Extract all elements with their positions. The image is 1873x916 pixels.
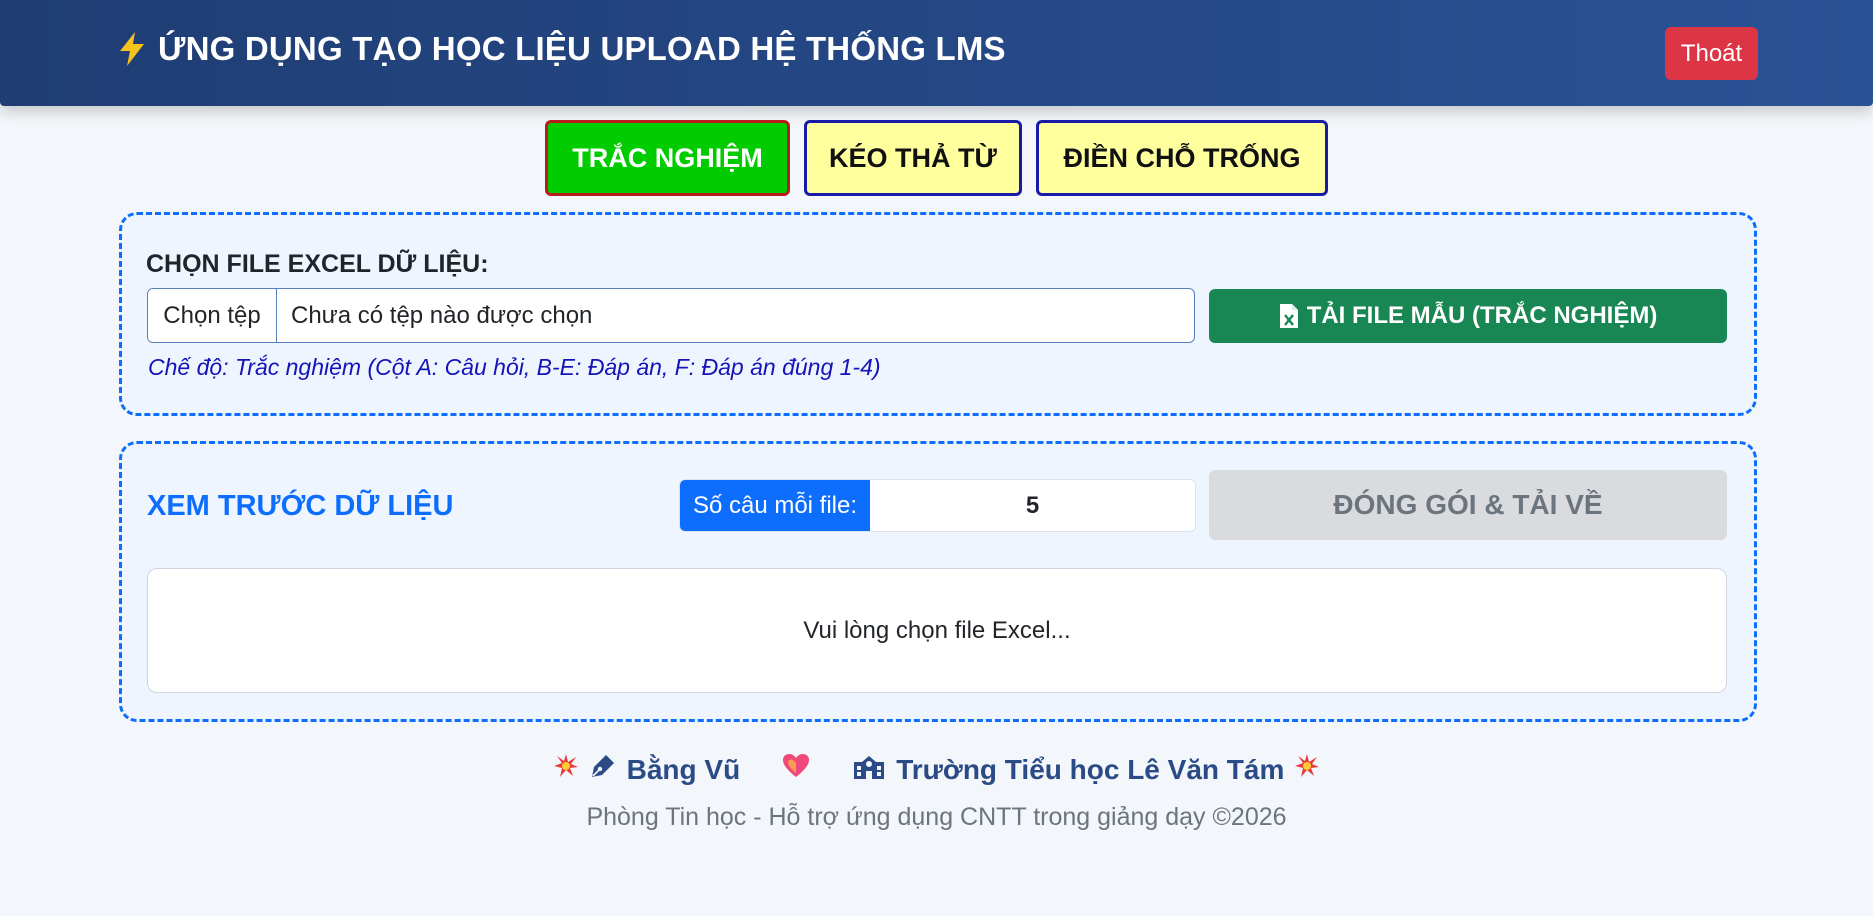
preview-placeholder: Vui lòng chọn file Excel... xyxy=(803,616,1071,644)
logout-button[interactable]: Thoát xyxy=(1665,27,1758,80)
questions-per-file-label: Số câu mỗi file: xyxy=(680,480,870,531)
bolt-icon xyxy=(116,31,148,67)
footer-school: Trường Tiểu học Lê Văn Tám xyxy=(896,753,1285,785)
tab-trac-nghiem[interactable]: TRẮC NGHIỆM xyxy=(545,120,790,196)
tab-dien-cho-trong[interactable]: ĐIỀN CHỖ TRỐNG xyxy=(1036,120,1328,196)
file-label: CHỌN FILE EXCEL DỮ LIỆU: xyxy=(146,250,489,278)
choose-file-button[interactable]: Chọn tệp xyxy=(148,289,277,342)
app-header: ỨNG DỤNG TẠO HỌC LIỆU UPLOAD HỆ THỐNG LM… xyxy=(0,0,1873,106)
app-title-text: ỨNG DỤNG TẠO HỌC LIỆU UPLOAD HỆ THỐNG LM… xyxy=(158,30,1006,67)
file-status-text: Chưa có tệp nào được chọn xyxy=(291,301,593,329)
mode-hint: Chế độ: Trắc nghiệm (Cột A: Câu hỏi, B-E… xyxy=(148,354,881,380)
questions-per-file-group: Số câu mỗi file: 5 xyxy=(679,479,1196,532)
mode-tabs: TRẮC NGHIỆM KÉO THẢ TỪ ĐIỀN CHỖ TRỐNG xyxy=(0,120,1873,196)
tab-keo-tha-tu[interactable]: KÉO THẢ TỪ xyxy=(804,120,1022,196)
preview-area: Vui lòng chọn file Excel... xyxy=(147,568,1727,693)
footer-author: Bằng Vũ xyxy=(626,753,741,785)
school-icon xyxy=(852,752,886,787)
explosion-icon xyxy=(553,753,579,786)
file-excel-icon xyxy=(1279,303,1299,329)
footer-subtitle: Phòng Tin học - Hỗ trợ ứng dụng CNTT tro… xyxy=(586,803,1287,831)
app-title: ỨNG DỤNG TẠO HỌC LIỆU UPLOAD HỆ THỐNG LM… xyxy=(116,30,1006,68)
file-input[interactable]: Chọn tệp Chưa có tệp nào được chọn xyxy=(147,288,1195,343)
download-template-label: TẢI FILE MẪU (TRẮC NGHIỆM) xyxy=(1306,302,1658,329)
explosion-icon xyxy=(1294,753,1320,786)
download-template-button[interactable]: TẢI FILE MẪU (TRẮC NGHIỆM) xyxy=(1209,289,1727,343)
preview-title: XEM TRƯỚC DỮ LIỆU xyxy=(147,490,454,522)
pack-download-button[interactable]: ĐÓNG GÓI & TẢI VỀ xyxy=(1209,470,1727,540)
questions-per-file-input[interactable]: 5 xyxy=(870,480,1195,531)
pen-nib-icon xyxy=(589,752,617,787)
footer-credits: Bằng Vũ Trường Tiểu học Lê Văn Tám xyxy=(0,752,1873,787)
heart-icon xyxy=(782,753,810,786)
